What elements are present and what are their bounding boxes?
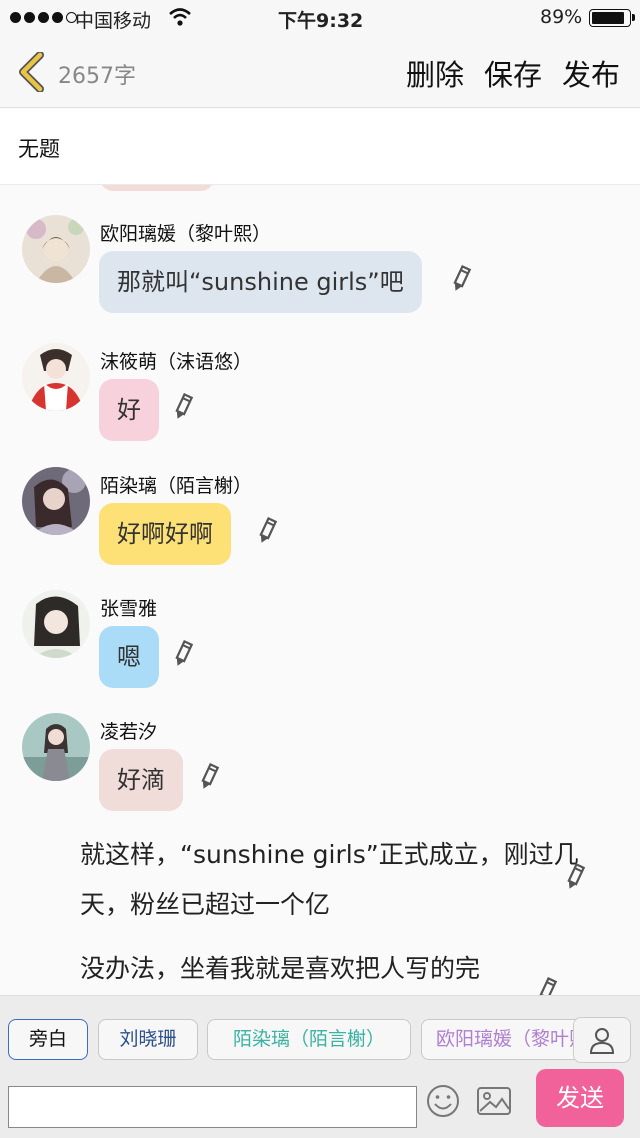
editor-header: 2657字 删除 保存 发布 [0,36,640,108]
sender-name: 张雪雅 [100,598,158,620]
pencil-icon[interactable] [172,640,194,668]
emoji-icon[interactable] [425,1083,461,1119]
message-bubble[interactable]: 好滴 [99,749,183,811]
carrier-name: 中国移动 [75,10,152,32]
previous-message-bubble [100,185,214,191]
back-chevron-icon[interactable] [14,52,48,92]
story-title: 无题 [18,137,60,161]
role-label: 旁白 [28,1028,67,1050]
message-bubble[interactable]: 好啊好啊 [99,503,231,565]
sender-name: 陌染璃（陌言榭） [100,475,253,497]
narration-text: 没办法，坐着我就是喜欢把人写的完 [80,954,481,983]
message-bubble[interactable]: 那就叫“sunshine girls”吧 [99,251,422,313]
wifi-icon [169,8,191,26]
narration-text: 就这样，“sunshine girls”正式成立，刚过几天，粉丝已超过一个亿 [80,840,579,919]
chat-area[interactable]: 欧阳璃媛（黎叶熙） 那就叫“sunshine girls”吧 沫筱萌（沫语悠） … [0,185,640,995]
compose-bar: 发送 [0,1069,640,1138]
sender-name: 凌若汐 [100,721,158,743]
word-count: 2657字 [58,64,136,89]
role-label: 陌染璃（陌言榭） [232,1028,385,1050]
sender-name: 沫筱萌（沫语悠） [100,351,253,373]
pencil-icon[interactable] [536,977,558,995]
status-bar: 中国移动 下午9:32 89% [0,0,640,36]
header-actions: 删除 保存 发布 [406,52,620,94]
pencil-icon[interactable] [450,265,472,293]
role-label: 刘晓珊 [119,1028,177,1050]
battery-percent: 89% [540,6,583,28]
narration-paragraph[interactable]: 没办法，坐着我就是喜欢把人写的完 [26,944,586,994]
battery-icon [589,9,635,27]
avatar[interactable] [22,467,90,535]
sender-name: 欧阳璃媛（黎叶熙） [100,223,272,245]
message-input[interactable] [8,1086,417,1128]
pencil-icon[interactable] [198,763,220,791]
story-title-row[interactable]: 无题 [0,109,640,185]
role-chip-narrator[interactable]: 旁白 [8,1019,88,1060]
role-selector: 旁白 刘晓珊 陌染璃（陌言榭） 欧阳璃媛（黎叶熙） [0,995,640,1069]
avatar[interactable] [22,343,90,411]
publish-button[interactable]: 发布 [562,52,620,94]
narration-paragraph[interactable]: 就这样，“sunshine girls”正式成立，刚过几天，粉丝已超过一个亿 [26,830,586,930]
delete-button[interactable]: 删除 [406,52,464,94]
pencil-icon[interactable] [564,863,586,891]
role-manager-button[interactable] [573,1017,631,1063]
pencil-icon[interactable] [256,517,278,545]
role-chip[interactable]: 刘晓珊 [98,1019,198,1060]
signal-strength-icon [10,12,77,23]
pencil-icon[interactable] [172,393,194,421]
avatar[interactable] [22,590,90,658]
avatar[interactable] [22,713,90,781]
message-bubble[interactable]: 嗯 [99,626,159,688]
message-bubble[interactable]: 好 [99,379,159,441]
avatar[interactable] [22,215,90,283]
save-button[interactable]: 保存 [484,52,542,94]
person-icon [589,1028,615,1054]
role-chip[interactable]: 陌染璃（陌言榭） [207,1019,411,1060]
clock: 下午9:32 [278,10,364,32]
send-button[interactable]: 发送 [536,1069,624,1127]
image-icon[interactable] [476,1085,512,1117]
